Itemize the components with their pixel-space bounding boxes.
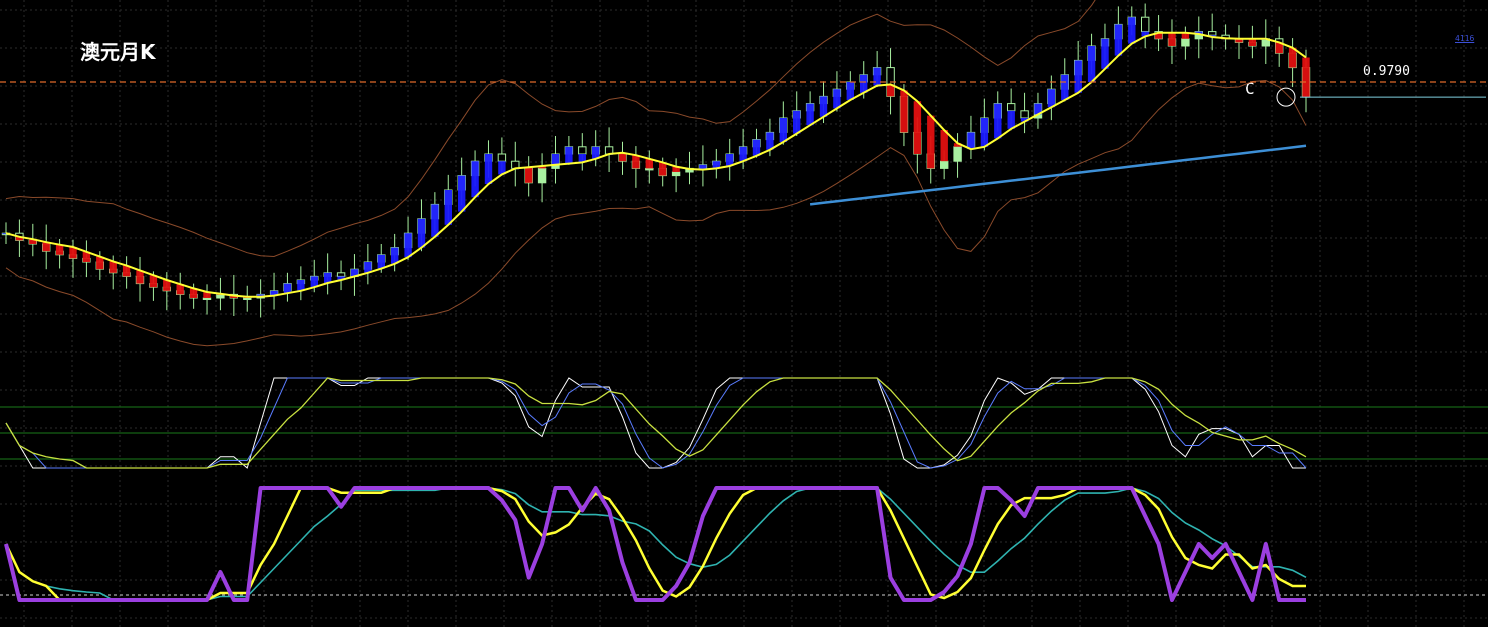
trend-band-bar xyxy=(779,118,787,142)
oscillator-pane xyxy=(0,486,1488,602)
trend-band-bar xyxy=(833,89,841,109)
trend-band-bar xyxy=(444,190,452,225)
bollinger-lower xyxy=(5,79,1307,347)
candle-body xyxy=(953,146,962,162)
trend-band-bar xyxy=(1114,24,1123,56)
candle-body xyxy=(1208,31,1217,36)
trend-band-bar xyxy=(1248,38,1257,46)
trend-band-bar xyxy=(1302,57,1310,98)
trend-band-bar xyxy=(927,115,935,169)
bollinger-bands xyxy=(5,0,1307,347)
moving-average-line xyxy=(5,31,1307,298)
stoch-k-line xyxy=(5,377,1306,469)
candle-body xyxy=(1020,110,1029,119)
trend-band-bar xyxy=(1047,89,1056,108)
trend-band-bar xyxy=(632,155,640,169)
trend-band-bar xyxy=(659,162,667,176)
crosshair-circle xyxy=(1276,87,1296,107)
trend-band-bar xyxy=(377,254,385,269)
candle-body xyxy=(336,272,346,277)
oscillator-mid-line xyxy=(4,486,1306,602)
trend-band-bar xyxy=(471,161,479,198)
trend-band-bar xyxy=(551,154,560,165)
candle-body xyxy=(243,297,252,300)
candle-body xyxy=(671,171,681,177)
candle-body xyxy=(578,146,587,155)
candle-body xyxy=(1141,16,1150,33)
candle-body xyxy=(1007,103,1016,112)
trend-band-bar xyxy=(819,96,828,117)
trend-band-bar xyxy=(1128,17,1136,44)
candle-body xyxy=(645,167,654,171)
trend-band-bar xyxy=(860,74,868,93)
trend-band-bar xyxy=(458,175,466,212)
candle-body xyxy=(497,153,507,162)
trend-band-bar xyxy=(565,146,573,164)
stoch-slow-line xyxy=(5,377,1307,469)
chart-canvas xyxy=(0,0,1488,627)
trend-band-bar xyxy=(417,218,426,248)
trend-band-bar xyxy=(391,247,399,264)
candle-body xyxy=(1181,38,1190,47)
stoch-d-line xyxy=(5,377,1307,469)
trend-band-bar xyxy=(739,146,747,162)
trend-band-bar xyxy=(752,139,761,156)
trend-band-bar xyxy=(846,82,854,100)
oscillator-slow-line xyxy=(5,487,1307,601)
candle-body xyxy=(940,160,949,169)
trend-band-bar xyxy=(940,130,948,162)
trend-band-bar xyxy=(1087,46,1096,82)
trend-band-bar xyxy=(793,110,801,134)
trend-band-bar xyxy=(484,154,493,184)
oscillator-fast-line xyxy=(4,486,1306,602)
trend-band-bar xyxy=(806,103,814,126)
trend-band-bar xyxy=(404,233,412,258)
main-lines xyxy=(5,31,1307,298)
trend-band-bar xyxy=(431,204,439,237)
trend-band-bar xyxy=(525,167,533,183)
trend-band-bar xyxy=(994,103,1002,139)
bollinger-upper xyxy=(5,0,1096,258)
chart-grid xyxy=(0,0,1488,627)
trend-band-bar xyxy=(967,132,975,150)
candle-body xyxy=(202,297,212,300)
trend-band-bar xyxy=(980,118,989,147)
candle-body xyxy=(537,167,547,184)
trend-band-bar xyxy=(55,244,64,255)
trend-band-bar xyxy=(1101,38,1109,69)
trend-band-bar xyxy=(1168,32,1176,46)
long-term-ma-line xyxy=(809,144,1307,206)
trend-band-bar xyxy=(1074,60,1082,93)
trend-band-bar xyxy=(913,101,922,154)
trend-band-bar xyxy=(873,67,881,86)
trend-band-bar xyxy=(1007,110,1015,129)
trend-band-bar xyxy=(900,90,908,133)
trend-band-bar xyxy=(1061,74,1069,100)
